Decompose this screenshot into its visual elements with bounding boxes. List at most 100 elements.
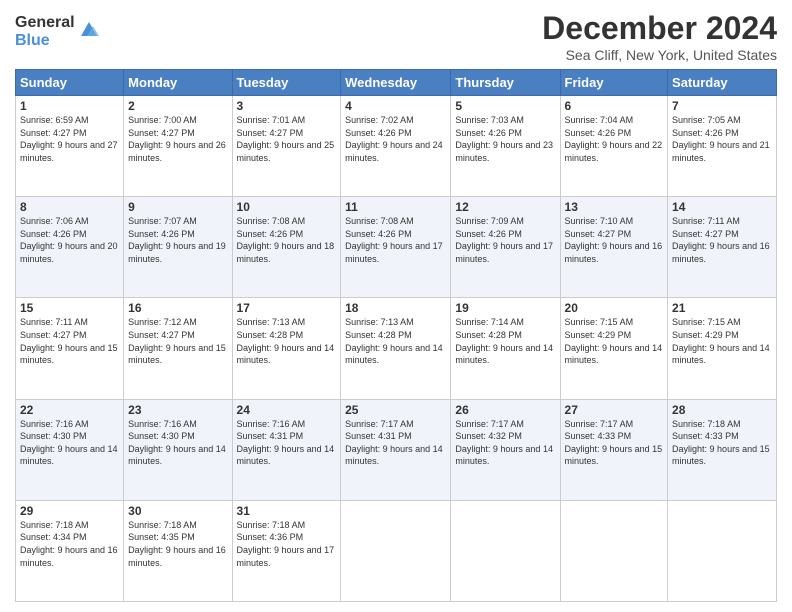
logo-general-text: General <box>15 14 75 32</box>
day-info: Sunrise: 7:09 AMSunset: 4:26 PMDaylight:… <box>455 216 553 264</box>
day-info: Sunrise: 7:10 AMSunset: 4:27 PMDaylight:… <box>565 216 663 264</box>
day-number: 30 <box>128 504 227 518</box>
day-info: Sunrise: 7:15 AMSunset: 4:29 PMDaylight:… <box>672 317 770 365</box>
day-number: 12 <box>455 200 555 214</box>
day-cell: 20 Sunrise: 7:15 AMSunset: 4:29 PMDayligh… <box>560 298 668 399</box>
day-info: Sunrise: 7:05 AMSunset: 4:26 PMDaylight:… <box>672 115 770 163</box>
day-info: Sunrise: 7:17 AMSunset: 4:33 PMDaylight:… <box>565 419 663 467</box>
day-number: 11 <box>345 200 446 214</box>
day-cell: 25 Sunrise: 7:17 AMSunset: 4:31 PMDayligh… <box>341 399 451 500</box>
day-info: Sunrise: 7:17 AMSunset: 4:31 PMDaylight:… <box>345 419 443 467</box>
header-day-tuesday: Tuesday <box>232 70 341 96</box>
day-number: 9 <box>128 200 227 214</box>
day-cell: 10 Sunrise: 7:08 AMSunset: 4:26 PMDayligh… <box>232 197 341 298</box>
day-info: Sunrise: 7:04 AMSunset: 4:26 PMDaylight:… <box>565 115 663 163</box>
day-number: 8 <box>20 200 119 214</box>
day-cell: 15Sunrise: 7:11 AMSunset: 4:27 PMDayligh… <box>16 298 124 399</box>
calendar: SundayMondayTuesdayWednesdayThursdayFrid… <box>15 69 777 602</box>
day-info: Sunrise: 7:16 AMSunset: 4:30 PMDaylight:… <box>128 419 226 467</box>
day-number: 15 <box>20 301 119 315</box>
day-cell: 13Sunrise: 7:10 AMSunset: 4:27 PMDayligh… <box>560 197 668 298</box>
day-number: 18 <box>345 301 446 315</box>
day-number: 20 <box>565 301 664 315</box>
day-cell: 7 Sunrise: 7:05 AMSunset: 4:26 PMDaylight… <box>668 96 777 197</box>
day-number: 2 <box>128 99 227 113</box>
day-cell <box>341 500 451 601</box>
day-number: 28 <box>672 403 772 417</box>
day-cell: 14Sunrise: 7:11 AMSunset: 4:27 PMDayligh… <box>668 197 777 298</box>
day-cell: 12 Sunrise: 7:09 AMSunset: 4:26 PMDayligh… <box>451 197 560 298</box>
day-number: 16 <box>128 301 227 315</box>
day-number: 22 <box>20 403 119 417</box>
day-cell: 6Sunrise: 7:04 AMSunset: 4:26 PMDaylight… <box>560 96 668 197</box>
day-number: 21 <box>672 301 772 315</box>
subtitle: Sea Cliff, New York, United States <box>542 47 777 63</box>
week-row-1: 1Sunrise: 6:59 AMSunset: 4:27 PMDaylight… <box>16 96 777 197</box>
day-number: 4 <box>345 99 446 113</box>
day-cell: 9Sunrise: 7:07 AMSunset: 4:26 PMDaylight… <box>124 197 232 298</box>
day-info: Sunrise: 7:02 AMSunset: 4:26 PMDaylight:… <box>345 115 443 163</box>
header-day-friday: Friday <box>560 70 668 96</box>
day-cell: 1Sunrise: 6:59 AMSunset: 4:27 PMDaylight… <box>16 96 124 197</box>
logo-blue-text: Blue <box>15 32 75 50</box>
day-cell: 16 Sunrise: 7:12 AMSunset: 4:27 PMDayligh… <box>124 298 232 399</box>
day-info: Sunrise: 7:00 AMSunset: 4:27 PMDaylight:… <box>128 115 226 163</box>
day-cell: 3Sunrise: 7:01 AMSunset: 4:27 PMDaylight… <box>232 96 341 197</box>
day-cell: 26 Sunrise: 7:17 AMSunset: 4:32 PMDayligh… <box>451 399 560 500</box>
week-row-3: 15Sunrise: 7:11 AMSunset: 4:27 PMDayligh… <box>16 298 777 399</box>
week-row-2: 8 Sunrise: 7:06 AMSunset: 4:26 PMDaylight… <box>16 197 777 298</box>
day-cell: 18 Sunrise: 7:13 AMSunset: 4:28 PMDayligh… <box>341 298 451 399</box>
day-info: Sunrise: 7:15 AMSunset: 4:29 PMDaylight:… <box>565 317 663 365</box>
day-number: 25 <box>345 403 446 417</box>
day-number: 26 <box>455 403 555 417</box>
day-info: Sunrise: 7:12 AMSunset: 4:27 PMDaylight:… <box>128 317 226 365</box>
page: General Blue December 2024 Sea Cliff, Ne… <box>0 0 792 612</box>
day-info: Sunrise: 7:18 AMSunset: 4:34 PMDaylight:… <box>20 520 118 568</box>
logo-icon <box>77 18 101 42</box>
day-info: Sunrise: 6:59 AMSunset: 4:27 PMDaylight:… <box>20 115 118 163</box>
day-cell: 8 Sunrise: 7:06 AMSunset: 4:26 PMDaylight… <box>16 197 124 298</box>
title-area: December 2024 Sea Cliff, New York, Unite… <box>542 10 777 63</box>
header-day-sunday: Sunday <box>16 70 124 96</box>
day-number: 27 <box>565 403 664 417</box>
day-number: 3 <box>237 99 337 113</box>
day-cell <box>560 500 668 601</box>
day-cell: 27 Sunrise: 7:17 AMSunset: 4:33 PMDayligh… <box>560 399 668 500</box>
day-number: 17 <box>237 301 337 315</box>
day-cell: 22 Sunrise: 7:16 AMSunset: 4:30 PMDayligh… <box>16 399 124 500</box>
day-number: 14 <box>672 200 772 214</box>
header-row: SundayMondayTuesdayWednesdayThursdayFrid… <box>16 70 777 96</box>
week-row-4: 22 Sunrise: 7:16 AMSunset: 4:30 PMDayligh… <box>16 399 777 500</box>
day-info: Sunrise: 7:14 AMSunset: 4:28 PMDaylight:… <box>455 317 553 365</box>
logo: General Blue <box>15 14 101 49</box>
day-info: Sunrise: 7:06 AMSunset: 4:26 PMDaylight:… <box>20 216 118 264</box>
day-info: Sunrise: 7:16 AMSunset: 4:31 PMDaylight:… <box>237 419 335 467</box>
day-cell: 24 Sunrise: 7:16 AMSunset: 4:31 PMDayligh… <box>232 399 341 500</box>
day-info: Sunrise: 7:13 AMSunset: 4:28 PMDaylight:… <box>345 317 443 365</box>
day-info: Sunrise: 7:18 AMSunset: 4:36 PMDaylight:… <box>237 520 335 568</box>
day-cell <box>668 500 777 601</box>
day-cell: 5Sunrise: 7:03 AMSunset: 4:26 PMDaylight… <box>451 96 560 197</box>
day-number: 7 <box>672 99 772 113</box>
day-number: 23 <box>128 403 227 417</box>
header-day-wednesday: Wednesday <box>341 70 451 96</box>
day-cell: 17 Sunrise: 7:13 AMSunset: 4:28 PMDayligh… <box>232 298 341 399</box>
day-info: Sunrise: 7:08 AMSunset: 4:26 PMDaylight:… <box>345 216 443 264</box>
day-cell: 30 Sunrise: 7:18 AMSunset: 4:35 PMDayligh… <box>124 500 232 601</box>
day-cell <box>451 500 560 601</box>
header: General Blue December 2024 Sea Cliff, Ne… <box>15 10 777 63</box>
day-info: Sunrise: 7:18 AMSunset: 4:35 PMDaylight:… <box>128 520 226 568</box>
header-day-monday: Monday <box>124 70 232 96</box>
day-cell: 29 Sunrise: 7:18 AMSunset: 4:34 PMDayligh… <box>16 500 124 601</box>
day-info: Sunrise: 7:03 AMSunset: 4:26 PMDaylight:… <box>455 115 553 163</box>
day-number: 29 <box>20 504 119 518</box>
day-cell: 11 Sunrise: 7:08 AMSunset: 4:26 PMDayligh… <box>341 197 451 298</box>
day-info: Sunrise: 7:13 AMSunset: 4:28 PMDaylight:… <box>237 317 335 365</box>
day-info: Sunrise: 7:17 AMSunset: 4:32 PMDaylight:… <box>455 419 553 467</box>
header-day-thursday: Thursday <box>451 70 560 96</box>
day-number: 10 <box>237 200 337 214</box>
day-cell: 19Sunrise: 7:14 AMSunset: 4:28 PMDayligh… <box>451 298 560 399</box>
day-info: Sunrise: 7:16 AMSunset: 4:30 PMDaylight:… <box>20 419 118 467</box>
day-number: 24 <box>237 403 337 417</box>
day-info: Sunrise: 7:08 AMSunset: 4:26 PMDaylight:… <box>237 216 335 264</box>
